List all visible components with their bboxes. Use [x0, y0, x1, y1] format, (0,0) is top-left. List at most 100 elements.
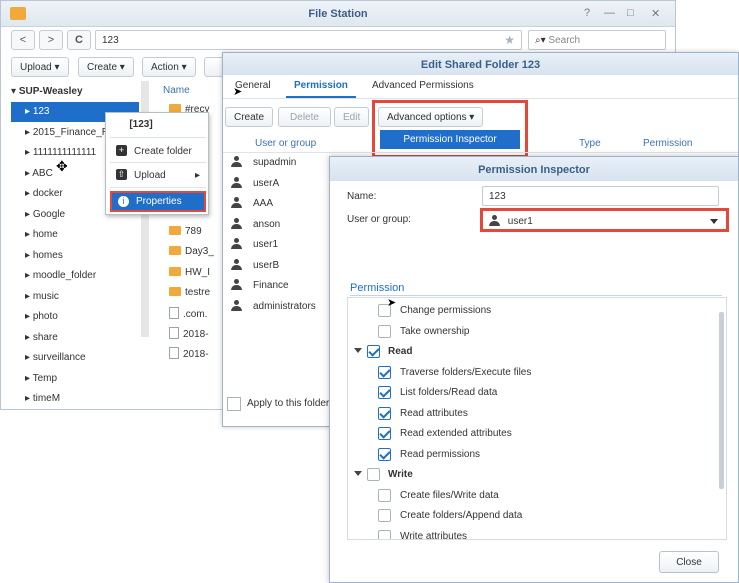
- column-name-header[interactable]: Name: [163, 85, 223, 101]
- apply-checkbox[interactable]: [227, 397, 241, 411]
- close-icon[interactable]: ✕: [651, 7, 660, 20]
- chevron-right-icon[interactable]: ▸: [25, 209, 33, 220]
- dialog-titlebar[interactable]: Edit Shared Folder 123: [223, 53, 738, 75]
- chevron-right-icon[interactable]: ▸: [25, 250, 33, 261]
- minimize-icon[interactable]: —: [604, 7, 615, 19]
- tree-item[interactable]: ▸ Temp: [23, 369, 139, 389]
- file-row[interactable]: .com.: [169, 307, 229, 327]
- permission-checkbox[interactable]: [378, 427, 391, 440]
- permission-checkbox[interactable]: [378, 406, 391, 420]
- chevron-down-icon[interactable]: ▸: [25, 106, 33, 117]
- maximize-icon[interactable]: □: [627, 7, 634, 19]
- file-row[interactable]: 2018-: [169, 327, 229, 347]
- column-permission-header[interactable]: Permission: [643, 138, 692, 149]
- refresh-button[interactable]: C: [67, 30, 91, 50]
- permission-checkbox[interactable]: [367, 468, 380, 481]
- action-button[interactable]: Action ▾: [142, 57, 196, 77]
- menu-item-upload[interactable]: ⇧ Upload ▸: [110, 165, 206, 185]
- menu-item-properties[interactable]: i Properties: [110, 191, 206, 212]
- forward-button[interactable]: >: [39, 30, 63, 50]
- user-row[interactable]: supadmin: [231, 156, 341, 176]
- user-row[interactable]: administrators: [231, 299, 341, 320]
- back-button[interactable]: <: [11, 30, 35, 50]
- chevron-right-icon[interactable]: ▸: [25, 311, 33, 322]
- permission-checkbox[interactable]: [378, 324, 391, 338]
- user-row[interactable]: Finance: [231, 279, 341, 299]
- tree-item-label: docker: [32, 188, 63, 199]
- tree-item[interactable]: ▸ music: [23, 287, 139, 307]
- column-user-header[interactable]: User or group: [255, 138, 316, 149]
- permission-checkbox[interactable]: [367, 345, 380, 358]
- permission-label: Change permissions: [400, 305, 492, 316]
- permission-checkbox[interactable]: [378, 447, 391, 461]
- user-row[interactable]: anson: [231, 217, 341, 238]
- path-field[interactable]: 123 ★: [95, 30, 522, 50]
- user-row[interactable]: AAA: [231, 197, 341, 217]
- permission-row: List folders/Read data: [348, 383, 718, 403]
- tree-item[interactable]: ▸ homes: [23, 246, 139, 266]
- chevron-right-icon[interactable]: ▸: [25, 188, 33, 199]
- tree-item-label: home: [32, 229, 58, 240]
- tab-advanced-permissions[interactable]: Advanced Permissions: [372, 80, 474, 98]
- user-icon: [231, 176, 242, 188]
- file-row[interactable]: HW_I: [169, 267, 229, 287]
- permission-scrollbar[interactable]: [719, 312, 724, 489]
- permission-row: Read attributes: [348, 404, 718, 424]
- chevron-down-icon[interactable]: [354, 471, 362, 476]
- chevron-right-icon[interactable]: ▸: [25, 127, 33, 138]
- permission-checkbox[interactable]: [378, 365, 391, 379]
- tree-item[interactable]: ▸ timeM: [23, 389, 139, 409]
- tree-item[interactable]: ▸ moodle_folder: [23, 266, 139, 286]
- chevron-right-icon[interactable]: ▸: [25, 352, 33, 363]
- tree-item[interactable]: ▸ surveillance: [23, 348, 139, 368]
- tree-item[interactable]: ▸ photo: [23, 307, 139, 327]
- user-row[interactable]: userB: [231, 258, 341, 279]
- upload-label: Upload: [20, 62, 52, 73]
- menu-item-create-folder[interactable]: + Create folder: [110, 141, 206, 161]
- chevron-right-icon[interactable]: ▸: [25, 373, 33, 384]
- permission-row: Create files/Write data: [348, 486, 718, 506]
- permission-checkbox[interactable]: [378, 488, 391, 502]
- user-row[interactable]: user1: [231, 238, 341, 258]
- close-button[interactable]: Close: [659, 551, 719, 573]
- toolbar-more-button[interactable]: [204, 57, 224, 77]
- tree-item-label: 1111111111111: [32, 147, 97, 158]
- file-row[interactable]: 789: [169, 226, 229, 246]
- menu-divider: [110, 137, 206, 138]
- chevron-down-icon[interactable]: [354, 348, 362, 353]
- chevron-right-icon[interactable]: ▸: [25, 291, 33, 302]
- file-row[interactable]: testre: [169, 287, 229, 307]
- tree-item-label: moodle_folder: [32, 270, 97, 281]
- file-row[interactable]: 2018-: [169, 347, 229, 367]
- delete-button[interactable]: Delete: [278, 107, 331, 127]
- name-field[interactable]: 123: [482, 186, 719, 206]
- file-station-titlebar[interactable]: File Station ? — □ ✕: [1, 1, 675, 27]
- tree-item-label: Google: [32, 208, 66, 220]
- create-button[interactable]: Create ▾: [78, 57, 134, 77]
- file-row[interactable]: Day3_: [169, 246, 229, 266]
- tree-item[interactable]: ▸ share: [23, 328, 139, 348]
- upload-button[interactable]: Upload ▾: [11, 57, 69, 77]
- permission-checkbox[interactable]: [378, 529, 391, 539]
- search-input[interactable]: ⌕▾ Search: [528, 30, 666, 50]
- chevron-right-icon[interactable]: ▸: [25, 332, 33, 343]
- tree-root[interactable]: ▾ SUP-Weasley: [11, 86, 83, 97]
- user-row[interactable]: userA: [231, 176, 341, 197]
- chevron-right-icon[interactable]: ▸: [25, 393, 33, 404]
- user-group-select[interactable]: user1: [480, 208, 729, 232]
- column-type-header[interactable]: Type: [579, 138, 601, 149]
- tree-item[interactable]: ▸ home: [23, 225, 139, 245]
- edit-button[interactable]: Edit: [334, 107, 370, 127]
- chevron-right-icon[interactable]: ▸: [25, 270, 33, 281]
- permission-checkbox[interactable]: [378, 509, 391, 522]
- help-icon[interactable]: ?: [584, 7, 590, 19]
- dialog-titlebar[interactable]: Permission Inspector: [330, 157, 738, 181]
- user-name: anson: [253, 218, 281, 230]
- create-button[interactable]: Create: [225, 107, 274, 127]
- chevron-right-icon[interactable]: ▸: [25, 229, 33, 240]
- tab-permission[interactable]: Permission: [286, 80, 356, 98]
- star-icon[interactable]: ★: [504, 33, 515, 47]
- permission-checkbox[interactable]: [378, 386, 391, 399]
- user-name: Finance: [253, 280, 289, 291]
- chevron-right-icon[interactable]: ▸: [25, 147, 33, 158]
